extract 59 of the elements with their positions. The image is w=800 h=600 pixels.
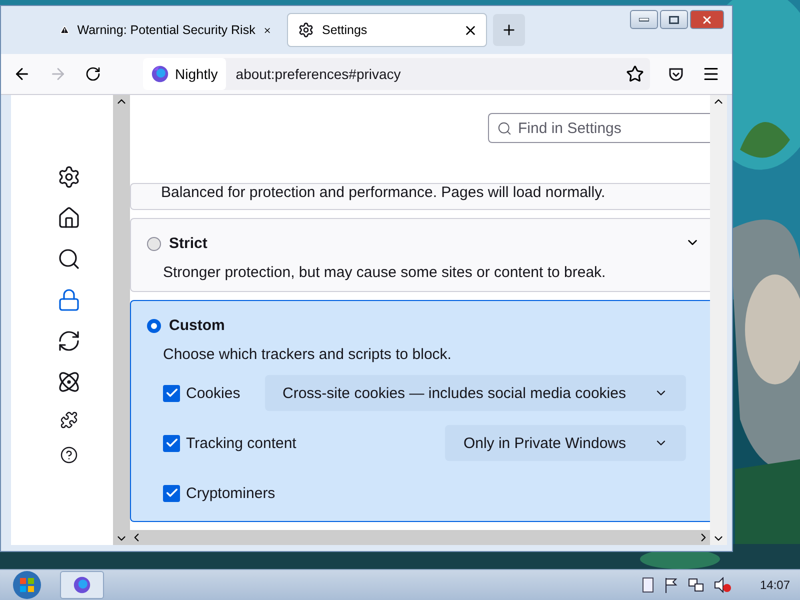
- checkbox[interactable]: [163, 484, 180, 502]
- plus-icon: [501, 22, 517, 38]
- close-icon: [701, 14, 713, 26]
- gear-icon: [298, 22, 314, 38]
- close-button[interactable]: [690, 10, 724, 29]
- maximize-icon: [669, 16, 679, 24]
- dropdown-value: Only in Private Windows: [463, 434, 626, 452]
- minimize-button[interactable]: [630, 10, 658, 29]
- checkbox[interactable]: [163, 384, 180, 402]
- taskbar-browser-button[interactable]: [60, 571, 104, 599]
- browser-tab[interactable]: Settings: [287, 13, 487, 47]
- setting-label: Tracking content: [186, 434, 296, 452]
- back-icon[interactable]: [13, 65, 31, 83]
- reload-icon[interactable]: [85, 66, 101, 82]
- search-icon[interactable]: [57, 247, 81, 271]
- radio-button[interactable]: [147, 236, 161, 250]
- browser-logo-icon: [151, 65, 169, 83]
- browser-logo-icon: [73, 576, 91, 594]
- dropdown-value: Cross-site cookies — includes social media cookies: [282, 384, 626, 402]
- setting-label: Cookies: [186, 384, 240, 402]
- checkbox[interactable]: [163, 434, 180, 452]
- scrollbar[interactable]: [113, 95, 130, 545]
- search-field[interactable]: Find in Settings: [488, 113, 710, 143]
- flag-icon[interactable]: [664, 577, 678, 593]
- option-title: Custom: [169, 317, 225, 334]
- setting-label: Cryptominers: [186, 484, 276, 502]
- horizontal-scrollbar[interactable]: [130, 530, 710, 545]
- protection-card[interactable]: Strict Stronger protection, but may cause some sites or content to break.: [130, 218, 710, 292]
- identity-button[interactable]: Nightly: [143, 58, 226, 90]
- clock[interactable]: 14:07: [760, 578, 790, 592]
- radio-button[interactable]: [147, 318, 161, 332]
- option-description: Balanced for protection and performance. Pages will load normally.: [161, 184, 606, 201]
- maximize-button[interactable]: [660, 10, 688, 29]
- gear-icon[interactable]: [57, 165, 81, 189]
- search-icon: [497, 120, 512, 136]
- url-text: about:preferences#privacy: [236, 66, 402, 82]
- help-icon[interactable]: [60, 446, 78, 464]
- new-tab-button[interactable]: [493, 14, 525, 46]
- protection-card[interactable]: Custom Choose which trackers and scripts to block. Cookies Cross-site cookies — includes social media cookies Tracking content Only in Private Windows Cryptominers: [130, 300, 710, 522]
- sync-icon[interactable]: [57, 329, 81, 353]
- dropdown[interactable]: Cross-site cookies — includes social media cookies: [264, 375, 686, 411]
- muted-speaker-icon[interactable]: [714, 577, 732, 593]
- menu-icon[interactable]: [702, 65, 720, 83]
- browser-tab[interactable]: Warning: Potential Security Risk: [49, 13, 281, 47]
- minimize-icon: [639, 18, 649, 22]
- puzzle-icon[interactable]: [60, 411, 78, 429]
- dropdown[interactable]: Only in Private Windows: [445, 425, 686, 461]
- document-icon[interactable]: [642, 577, 654, 593]
- atom-icon[interactable]: [57, 370, 81, 394]
- star-icon[interactable]: [626, 65, 644, 83]
- option-title: Strict: [169, 235, 208, 252]
- option-description: Choose which trackers and scripts to block.: [163, 346, 452, 363]
- address-bar[interactable]: Nightly about:preferences#privacy: [143, 58, 650, 90]
- lock-icon[interactable]: [57, 288, 81, 312]
- scrollbar[interactable]: [710, 95, 727, 545]
- network-icon[interactable]: [688, 577, 704, 593]
- option-description: Stronger protection, but may cause some sites or content to break.: [163, 264, 607, 281]
- pocket-icon[interactable]: [668, 66, 684, 82]
- home-icon[interactable]: [57, 206, 81, 230]
